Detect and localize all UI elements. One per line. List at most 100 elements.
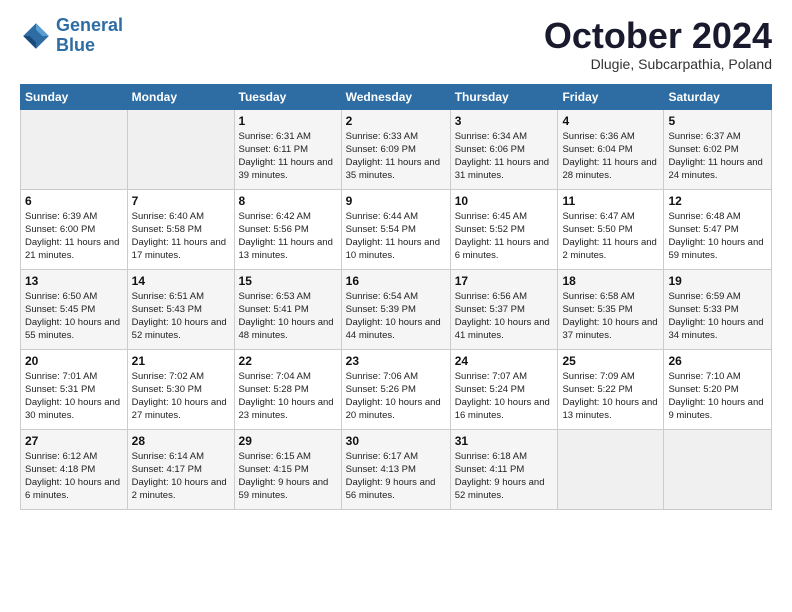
day-number: 14 <box>132 274 230 288</box>
calendar-week-5: 27 Sunrise: 6:12 AMSunset: 4:18 PMDayligh… <box>21 429 772 509</box>
logo: General Blue <box>20 16 123 56</box>
calendar-cell: 31 Sunrise: 6:18 AMSunset: 4:11 PMDayligh… <box>450 429 558 509</box>
calendar-cell: 1 Sunrise: 6:31 AMSunset: 6:11 PMDaylight… <box>234 109 341 189</box>
day-info: Sunrise: 6:17 AMSunset: 4:13 PMDaylight:… <box>346 450 446 503</box>
calendar-cell <box>21 109 128 189</box>
day-number: 2 <box>346 114 446 128</box>
header: General Blue October 2024 Dlugie, Subcar… <box>20 16 772 72</box>
day-number: 27 <box>25 434 123 448</box>
day-info: Sunrise: 6:47 AMSunset: 5:50 PMDaylight:… <box>562 210 659 263</box>
calendar-cell: 25Sunrise: 7:09 AMSunset: 5:22 PMDayligh… <box>558 349 664 429</box>
calendar-cell: 9 Sunrise: 6:44 AMSunset: 5:54 PMDaylight… <box>341 189 450 269</box>
calendar-cell: 14 Sunrise: 6:51 AMSunset: 5:43 PMDayligh… <box>127 269 234 349</box>
calendar-cell: 15 Sunrise: 6:53 AMSunset: 5:41 PMDayligh… <box>234 269 341 349</box>
day-info: Sunrise: 7:02 AMSunset: 5:30 PMDaylight:… <box>132 370 230 423</box>
calendar-cell: 20 Sunrise: 7:01 AMSunset: 5:31 PMDayligh… <box>21 349 128 429</box>
day-number: 20 <box>25 354 123 368</box>
day-info: Sunrise: 6:36 AMSunset: 6:04 PMDaylight:… <box>562 130 659 183</box>
calendar-body: 1 Sunrise: 6:31 AMSunset: 6:11 PMDaylight… <box>21 109 772 509</box>
day-number: 9 <box>346 194 446 208</box>
day-info: Sunrise: 6:34 AMSunset: 6:06 PMDaylight:… <box>455 130 554 183</box>
day-info: Sunrise: 6:37 AMSunset: 6:02 PMDaylight:… <box>668 130 767 183</box>
day-number: 11 <box>562 194 659 208</box>
month-title: October 2024 <box>544 16 772 56</box>
calendar-cell: 26 Sunrise: 7:10 AMSunset: 5:20 PMDayligh… <box>664 349 772 429</box>
day-info: Sunrise: 6:45 AMSunset: 5:52 PMDaylight:… <box>455 210 554 263</box>
day-number: 25 <box>562 354 659 368</box>
day-info: Sunrise: 6:42 AMSunset: 5:56 PMDaylight:… <box>239 210 337 263</box>
day-number: 22 <box>239 354 337 368</box>
day-info: Sunrise: 6:56 AMSunset: 5:37 PMDaylight:… <box>455 290 554 343</box>
day-number: 18 <box>562 274 659 288</box>
day-info: Sunrise: 6:48 AMSunset: 5:47 PMDaylight:… <box>668 210 767 263</box>
day-number: 8 <box>239 194 337 208</box>
day-number: 29 <box>239 434 337 448</box>
day-info: Sunrise: 7:07 AMSunset: 5:24 PMDaylight:… <box>455 370 554 423</box>
calendar-cell: 3Sunrise: 6:34 AMSunset: 6:06 PMDaylight… <box>450 109 558 189</box>
page: General Blue October 2024 Dlugie, Subcar… <box>0 0 792 520</box>
location-subtitle: Dlugie, Subcarpathia, Poland <box>544 56 772 72</box>
day-number: 21 <box>132 354 230 368</box>
calendar-cell: 13 Sunrise: 6:50 AMSunset: 5:45 PMDayligh… <box>21 269 128 349</box>
day-number: 4 <box>562 114 659 128</box>
day-info: Sunrise: 6:18 AMSunset: 4:11 PMDaylight:… <box>455 450 554 503</box>
calendar-cell: 10 Sunrise: 6:45 AMSunset: 5:52 PMDayligh… <box>450 189 558 269</box>
calendar-cell: 29 Sunrise: 6:15 AMSunset: 4:15 PMDayligh… <box>234 429 341 509</box>
day-number: 1 <box>239 114 337 128</box>
day-info: Sunrise: 6:12 AMSunset: 4:18 PMDaylight:… <box>25 450 123 503</box>
day-info: Sunrise: 7:06 AMSunset: 5:26 PMDaylight:… <box>346 370 446 423</box>
calendar-cell: 11 Sunrise: 6:47 AMSunset: 5:50 PMDayligh… <box>558 189 664 269</box>
day-info: Sunrise: 7:10 AMSunset: 5:20 PMDaylight:… <box>668 370 767 423</box>
day-number: 19 <box>668 274 767 288</box>
day-info: Sunrise: 6:31 AMSunset: 6:11 PMDaylight:… <box>239 130 337 183</box>
calendar-cell: 22 Sunrise: 7:04 AMSunset: 5:28 PMDayligh… <box>234 349 341 429</box>
day-number: 17 <box>455 274 554 288</box>
day-info: Sunrise: 6:54 AMSunset: 5:39 PMDaylight:… <box>346 290 446 343</box>
day-number: 16 <box>346 274 446 288</box>
day-number: 12 <box>668 194 767 208</box>
day-info: Sunrise: 7:04 AMSunset: 5:28 PMDaylight:… <box>239 370 337 423</box>
day-number: 13 <box>25 274 123 288</box>
day-number: 31 <box>455 434 554 448</box>
calendar-week-1: 1 Sunrise: 6:31 AMSunset: 6:11 PMDaylight… <box>21 109 772 189</box>
calendar-cell: 18 Sunrise: 6:58 AMSunset: 5:35 PMDayligh… <box>558 269 664 349</box>
logo-line1: General <box>56 15 123 35</box>
logo-icon <box>20 20 52 52</box>
calendar-cell: 19Sunrise: 6:59 AMSunset: 5:33 PMDayligh… <box>664 269 772 349</box>
weekday-header-friday: Friday <box>558 84 664 109</box>
day-number: 15 <box>239 274 337 288</box>
day-number: 28 <box>132 434 230 448</box>
calendar-cell: 23Sunrise: 7:06 AMSunset: 5:26 PMDayligh… <box>341 349 450 429</box>
calendar-cell: 8 Sunrise: 6:42 AMSunset: 5:56 PMDaylight… <box>234 189 341 269</box>
day-info: Sunrise: 6:44 AMSunset: 5:54 PMDaylight:… <box>346 210 446 263</box>
day-info: Sunrise: 6:33 AMSunset: 6:09 PMDaylight:… <box>346 130 446 183</box>
calendar-cell <box>664 429 772 509</box>
calendar-week-4: 20 Sunrise: 7:01 AMSunset: 5:31 PMDayligh… <box>21 349 772 429</box>
day-info: Sunrise: 6:15 AMSunset: 4:15 PMDaylight:… <box>239 450 337 503</box>
day-info: Sunrise: 6:58 AMSunset: 5:35 PMDaylight:… <box>562 290 659 343</box>
day-number: 26 <box>668 354 767 368</box>
calendar-cell: 21 Sunrise: 7:02 AMSunset: 5:30 PMDayligh… <box>127 349 234 429</box>
day-info: Sunrise: 6:50 AMSunset: 5:45 PMDaylight:… <box>25 290 123 343</box>
day-info: Sunrise: 6:53 AMSunset: 5:41 PMDaylight:… <box>239 290 337 343</box>
calendar-header: SundayMondayTuesdayWednesdayThursdayFrid… <box>21 84 772 109</box>
calendar-week-2: 6Sunrise: 6:39 AMSunset: 6:00 PMDaylight… <box>21 189 772 269</box>
weekday-header-saturday: Saturday <box>664 84 772 109</box>
calendar-cell: 24Sunrise: 7:07 AMSunset: 5:24 PMDayligh… <box>450 349 558 429</box>
logo-line2: Blue <box>56 35 95 55</box>
calendar-cell: 27 Sunrise: 6:12 AMSunset: 4:18 PMDayligh… <box>21 429 128 509</box>
logo-text: General Blue <box>56 16 123 56</box>
calendar-cell: 12 Sunrise: 6:48 AMSunset: 5:47 PMDayligh… <box>664 189 772 269</box>
calendar-cell: 16 Sunrise: 6:54 AMSunset: 5:39 PMDayligh… <box>341 269 450 349</box>
weekday-row: SundayMondayTuesdayWednesdayThursdayFrid… <box>21 84 772 109</box>
weekday-header-thursday: Thursday <box>450 84 558 109</box>
calendar-cell: 4 Sunrise: 6:36 AMSunset: 6:04 PMDaylight… <box>558 109 664 189</box>
day-info: Sunrise: 6:51 AMSunset: 5:43 PMDaylight:… <box>132 290 230 343</box>
day-number: 10 <box>455 194 554 208</box>
day-number: 5 <box>668 114 767 128</box>
day-info: Sunrise: 6:40 AMSunset: 5:58 PMDaylight:… <box>132 210 230 263</box>
calendar-cell <box>127 109 234 189</box>
weekday-header-monday: Monday <box>127 84 234 109</box>
calendar-cell: 2 Sunrise: 6:33 AMSunset: 6:09 PMDaylight… <box>341 109 450 189</box>
day-info: Sunrise: 7:01 AMSunset: 5:31 PMDaylight:… <box>25 370 123 423</box>
